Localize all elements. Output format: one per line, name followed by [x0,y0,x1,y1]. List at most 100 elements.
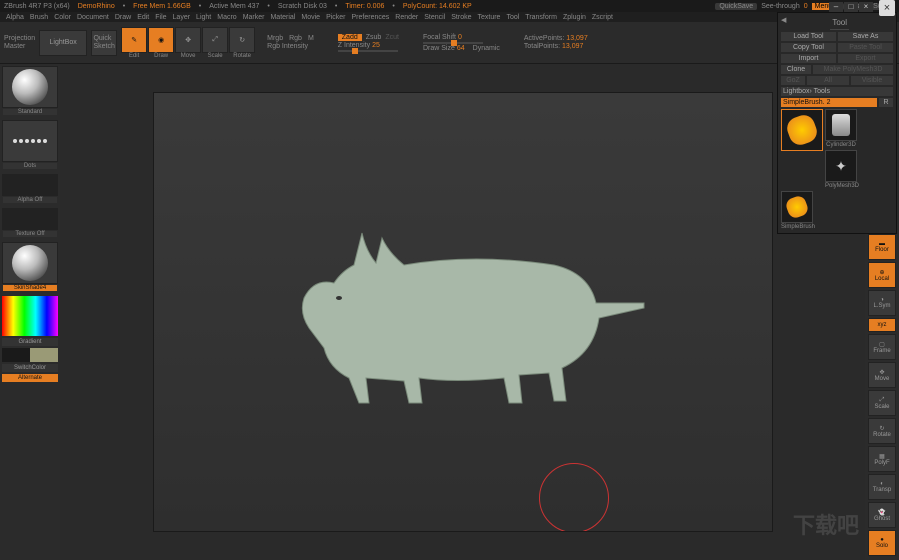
quicksave-button[interactable]: QuickSave [715,3,757,10]
top-shelf: ProjectionMaster LightBox QuickSketch ✎ E… [0,22,899,64]
minimize-button[interactable]: – [829,2,843,12]
color-picker[interactable] [2,296,58,336]
clone-button[interactable]: Clone [781,65,811,74]
goz-all-button[interactable]: All [807,76,849,85]
m-button[interactable]: M [308,35,314,42]
menu-material[interactable]: Material [270,14,295,21]
quick-sketch-button[interactable]: QuickSketch [91,30,117,56]
canvas[interactable] [153,92,773,532]
menu-light[interactable]: Light [196,14,211,21]
floor-button[interactable]: ▬Floor [868,234,896,260]
rgb-button[interactable]: Rgb [289,35,302,42]
tool-simplebrush-large[interactable] [781,109,823,151]
goz-visible-button[interactable]: Visible [851,76,893,85]
menu-movie[interactable]: Movie [301,14,320,21]
goz-button[interactable]: GoZ [781,76,805,85]
alternate-button[interactable]: Alternate [2,374,58,382]
menu-alpha[interactable]: Alpha [6,14,24,21]
menu-stroke[interactable]: Stroke [451,14,471,21]
lightbox-button[interactable]: LightBox [39,30,87,56]
menu-picker[interactable]: Picker [326,14,345,21]
model-rhino[interactable] [274,203,654,423]
title-bar: ZBrush 4R7 P3 (x64) DemoRhino •Free Mem … [0,0,899,12]
maximize-button[interactable]: □ [844,2,858,12]
dynamic-button[interactable]: Dynamic [473,45,500,52]
material-preview[interactable]: SkinShade4 [2,242,58,284]
free-mem: Free Mem 1.66GB [133,3,191,10]
copy-tool-button[interactable]: Copy Tool [781,43,836,52]
tool-simplebrush-small[interactable] [781,191,813,223]
zcut-button[interactable]: Zcut [385,34,399,41]
menu-zscript[interactable]: Zscript [592,14,613,21]
import-button[interactable]: Import [781,54,836,63]
menu-file[interactable]: File [155,14,166,21]
viewport[interactable] [60,64,865,560]
rgb-intensity-label: Rgb Intensity [267,43,314,50]
draw-size-value[interactable]: 64 [457,45,465,52]
close-overlay-button[interactable]: × [879,0,895,16]
menu-color[interactable]: Color [54,14,71,21]
menu-tool[interactable]: Tool [506,14,519,21]
win-close-button[interactable]: × [859,2,873,12]
make-polymesh-button[interactable]: Make PolyMesh3D [813,65,893,74]
menu-preferences[interactable]: Preferences [352,14,390,21]
menu-transform[interactable]: Transform [525,14,557,21]
local-button[interactable]: ⊕Local [868,262,896,288]
brush-preview[interactable]: Standard [2,66,58,108]
menu-brush[interactable]: Brush [30,14,48,21]
export-button[interactable]: Export [838,54,893,63]
save-as-button[interactable]: Save As [838,32,893,41]
gradient-button[interactable]: Gradient [2,338,58,346]
focal-shift-slider[interactable] [423,42,483,44]
load-tool-button[interactable]: Load Tool [781,32,836,41]
lightbox-tools-button[interactable]: Lightbox› Tools [781,87,893,96]
nav-move-button[interactable]: ✥Move [868,362,896,388]
ghost-button[interactable]: 👻Ghost [868,502,896,528]
projection-master-button[interactable]: ProjectionMaster [4,35,35,50]
focal-shift-value[interactable]: 0 [458,34,462,41]
draw-button[interactable]: ◉ [148,27,174,53]
polyf-button[interactable]: ▦PolyF [868,446,896,472]
alpha-preview[interactable]: Alpha Off [2,174,58,196]
color-swatches[interactable] [2,348,58,362]
menu-texture[interactable]: Texture [477,14,500,21]
lsym-button[interactable]: ◑L.Sym [868,290,896,316]
menu-edit[interactable]: Edit [137,14,149,21]
seethrough-value[interactable]: 0 [804,3,808,10]
menu-document[interactable]: Document [77,14,109,21]
menu-macro[interactable]: Macro [217,14,236,21]
z-intensity-slider[interactable] [338,50,398,52]
transp-button[interactable]: ◐Transp [868,474,896,500]
zadd-button[interactable]: Zadd [338,34,362,41]
menu-marker[interactable]: Marker [243,14,265,21]
tool-polymesh3d[interactable]: ✦ [825,150,857,182]
rotate-button[interactable]: ↻ [229,27,255,53]
texture-preview[interactable]: Texture Off [2,208,58,230]
switchcolor-button[interactable]: SwitchColor [2,364,58,372]
mrgb-button[interactable]: Mrgb [267,35,283,42]
timer: Timer: 0.006 [345,3,384,10]
nav-scale-button[interactable]: ⤢Scale [868,390,896,416]
menu-render[interactable]: Render [395,14,418,21]
menu-draw[interactable]: Draw [115,14,131,21]
transform-gizmo[interactable] [539,463,609,532]
paste-tool-button[interactable]: Paste Tool [838,43,893,52]
edit-button[interactable]: ✎ [121,27,147,53]
move-button[interactable]: ✥ [175,27,201,53]
menu-layer[interactable]: Layer [173,14,191,21]
solo-button[interactable]: ●Solo [868,530,896,556]
stroke-preview[interactable]: Dots [2,120,58,162]
menu-zplugin[interactable]: Zplugin [563,14,586,21]
current-tool-name[interactable]: SimpleBrush. 2 [781,98,877,107]
active-mem: Active Mem 437 [209,3,259,10]
xyz-button[interactable]: xyz [868,318,896,332]
tool-panel-title: Tool [830,16,849,30]
tool-r-button[interactable]: R [879,98,893,107]
menu-stencil[interactable]: Stencil [424,14,445,21]
zsub-button[interactable]: Zsub [366,34,382,41]
nav-rotate-button[interactable]: ↻Rotate [868,418,896,444]
frame-button[interactable]: ▢Frame [868,334,896,360]
scale-button[interactable]: ⤢ [202,27,228,53]
z-intensity-value[interactable]: 25 [372,42,380,49]
tool-cylinder3d[interactable] [825,109,857,141]
